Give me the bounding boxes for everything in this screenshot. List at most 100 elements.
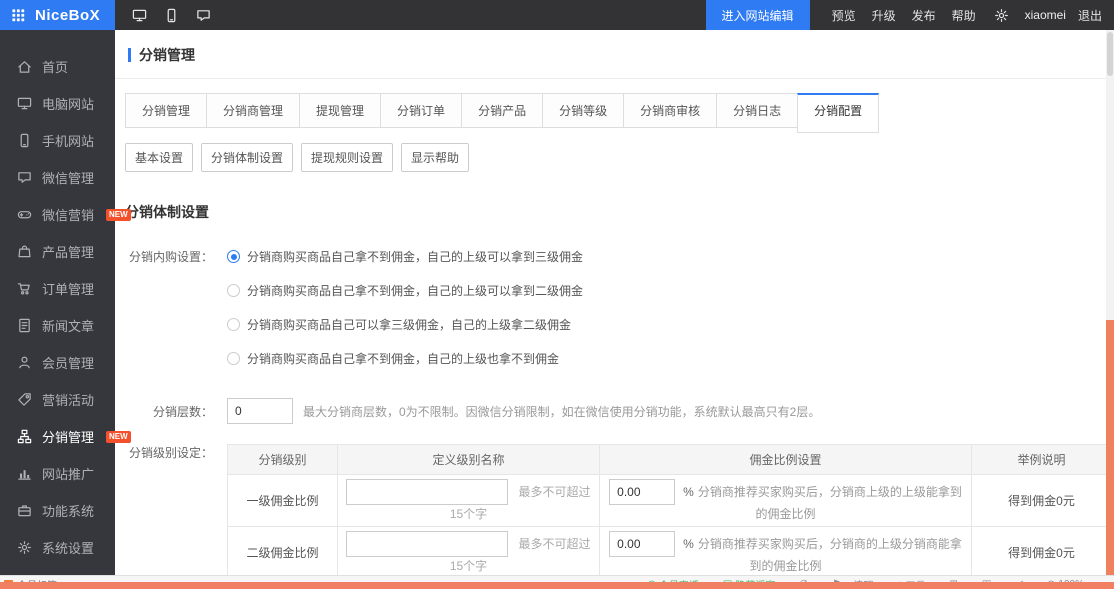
sub-button-row: 基本设置分销体制设置提现规则设置显示帮助 bbox=[125, 143, 1114, 172]
top-link-0[interactable]: 预览 bbox=[824, 7, 864, 24]
sidebar-item-产品管理[interactable]: 产品管理 bbox=[0, 233, 115, 270]
rate-cell: % 分销商推荐买家购买后，分销商的上级分销商能拿到的佣金比例 bbox=[600, 527, 972, 576]
tag-icon bbox=[16, 392, 32, 408]
radio-unselected-icon[interactable] bbox=[227, 318, 240, 331]
level-name-input[interactable] bbox=[346, 479, 508, 505]
sidebar-item-新闻文章[interactable]: 新闻文章 bbox=[0, 307, 115, 344]
sidebar-item-label: 功能系统 bbox=[42, 501, 94, 520]
radio-unselected-icon[interactable] bbox=[227, 284, 240, 297]
app-grid-icon[interactable] bbox=[10, 7, 26, 23]
levels-table-header: 分销级别定义级别名称佣金比例设置举例说明 bbox=[228, 445, 1112, 475]
purchase-option-text: 分销商购买商品自己拿不到佣金，自己的上级也拿不到佣金 bbox=[247, 350, 559, 367]
layers-row: 分销层数： 最大分销商层数，0为不限制。因微信分销限制，如在微信使用分销功能，系… bbox=[125, 398, 1114, 424]
top-links: 预览升级发布帮助 bbox=[824, 7, 984, 24]
sidebar-item-label: 分销管理 bbox=[42, 427, 94, 446]
percent-symbol: % bbox=[683, 537, 694, 551]
levels-row: 分销级别设定： 分销级别定义级别名称佣金比例设置举例说明 一级佣金比例最多不可超… bbox=[125, 444, 1114, 575]
username[interactable]: xiaomei bbox=[1019, 8, 1072, 22]
purchase-option-text: 分销商购买商品自己可以拿三级佣金，自己的上级拿二级佣金 bbox=[247, 316, 571, 333]
rate-description: 分销商推荐买家购买后，分销商的上级分销商能拿到的佣金比例 bbox=[698, 537, 962, 573]
sidebar-item-label: 订单管理 bbox=[42, 279, 94, 298]
home-icon bbox=[16, 59, 32, 75]
level-cell: 一级佣金比例 bbox=[228, 475, 338, 527]
sidebar-item-label: 微信营销 bbox=[42, 205, 94, 224]
tab-分销商管理[interactable]: 分销商管理 bbox=[206, 93, 300, 128]
tab-提现管理[interactable]: 提现管理 bbox=[299, 93, 381, 128]
topbar-right: 进入网站编辑 预览升级发布帮助 xiaomei 退出 bbox=[706, 0, 1114, 30]
chart-icon bbox=[16, 466, 32, 482]
sidebar-item-label: 系统设置 bbox=[42, 538, 94, 557]
sidebar-item-系统设置[interactable]: 系统设置 bbox=[0, 529, 115, 566]
sidebar-item-首页[interactable]: 首页 bbox=[0, 48, 115, 85]
radio-selected-icon[interactable] bbox=[227, 250, 240, 263]
table-header-分销级别: 分销级别 bbox=[228, 445, 338, 475]
vertical-scrollbar[interactable] bbox=[1106, 30, 1114, 575]
sub-button-分销体制设置[interactable]: 分销体制设置 bbox=[201, 143, 293, 172]
levels-table: 分销级别定义级别名称佣金比例设置举例说明 一级佣金比例最多不可超过15个字%分销… bbox=[227, 444, 1112, 575]
rate-cell: %分销商推荐买家购买后，分销商上级的上级能拿到的佣金比例 bbox=[600, 475, 972, 527]
rate-input[interactable] bbox=[609, 479, 675, 505]
purchase-option-0[interactable]: 分销商购买商品自己拿不到佣金，自己的上级可以拿到三级佣金 bbox=[227, 248, 583, 265]
sidebar-item-微信管理[interactable]: 微信管理 bbox=[0, 159, 115, 196]
sidebar-item-label: 首页 bbox=[42, 57, 68, 76]
chat-icon[interactable] bbox=[195, 7, 211, 23]
scrollbar-thumb-orange[interactable] bbox=[1106, 320, 1114, 575]
monitor-icon[interactable] bbox=[131, 7, 147, 23]
sidebar-item-电脑网站[interactable]: 电脑网站 bbox=[0, 85, 115, 122]
sidebar-item-label: 会员管理 bbox=[42, 353, 94, 372]
name-cell: 最多不可超过15个字 bbox=[338, 527, 600, 576]
enter-site-edit-button[interactable]: 进入网站编辑 bbox=[706, 0, 810, 30]
sidebar-item-分销管理[interactable]: 分销管理NEW bbox=[0, 418, 115, 455]
section-title-system: 分销体制设置 bbox=[125, 202, 1114, 222]
sub-button-基本设置[interactable]: 基本设置 bbox=[125, 143, 193, 172]
purchase-option-1[interactable]: 分销商购买商品自己拿不到佣金，自己的上级可以拿到二级佣金 bbox=[227, 282, 583, 299]
radio-unselected-icon[interactable] bbox=[227, 352, 240, 365]
top-link-2[interactable]: 发布 bbox=[904, 7, 944, 24]
tab-分销商审核[interactable]: 分销商审核 bbox=[623, 93, 717, 128]
cart-icon bbox=[16, 281, 32, 297]
tab-分销订单[interactable]: 分销订单 bbox=[380, 93, 462, 128]
purchase-options: 分销商购买商品自己拿不到佣金，自己的上级可以拿到三级佣金分销商购买商品自己拿不到… bbox=[227, 248, 583, 384]
tab-分销配置[interactable]: 分销配置 bbox=[797, 93, 879, 133]
logo-box[interactable]: NiceBoX bbox=[0, 0, 115, 30]
sidebar-item-营销活动[interactable]: 营销活动 bbox=[0, 381, 115, 418]
tab-分销日志[interactable]: 分销日志 bbox=[716, 93, 798, 128]
sidebar-item-手机网站[interactable]: 手机网站 bbox=[0, 122, 115, 159]
sidebar-item-订单管理[interactable]: 订单管理 bbox=[0, 270, 115, 307]
sidebar-item-label: 网站推广 bbox=[42, 464, 94, 483]
new-badge: NEW bbox=[106, 431, 131, 443]
layers-input[interactable] bbox=[227, 398, 293, 424]
purchase-option-2[interactable]: 分销商购买商品自己可以拿三级佣金，自己的上级拿二级佣金 bbox=[227, 316, 583, 333]
sidebar-item-微信营销[interactable]: 微信营销NEW bbox=[0, 196, 115, 233]
table-header-举例说明: 举例说明 bbox=[972, 445, 1112, 475]
logout-link[interactable]: 退出 bbox=[1072, 7, 1114, 24]
phone-icon[interactable] bbox=[163, 7, 179, 23]
sub-button-提现规则设置[interactable]: 提现规则设置 bbox=[301, 143, 393, 172]
purchase-option-text: 分销商购买商品自己拿不到佣金，自己的上级可以拿到三级佣金 bbox=[247, 248, 583, 265]
level-cell: 二级佣金比例 bbox=[228, 527, 338, 576]
settings-gear-icon[interactable] bbox=[984, 8, 1019, 23]
scrollbar-thumb[interactable] bbox=[1107, 32, 1113, 76]
tab-分销管理[interactable]: 分销管理 bbox=[125, 93, 207, 128]
rate-input[interactable] bbox=[609, 531, 675, 557]
sidebar-item-label: 营销活动 bbox=[42, 390, 94, 409]
doc-icon bbox=[16, 318, 32, 334]
tab-分销等级[interactable]: 分销等级 bbox=[542, 93, 624, 128]
tab-分销产品[interactable]: 分销产品 bbox=[461, 93, 543, 128]
sidebar-item-会员管理[interactable]: 会员管理 bbox=[0, 344, 115, 381]
bottom-orange-bar bbox=[0, 582, 1114, 589]
level-name-input[interactable] bbox=[346, 531, 508, 557]
sidebar-item-label: 新闻文章 bbox=[42, 316, 94, 335]
sub-button-显示帮助[interactable]: 显示帮助 bbox=[401, 143, 469, 172]
chat-icon bbox=[16, 170, 32, 186]
sidebar-item-网站推广[interactable]: 网站推广 bbox=[0, 455, 115, 492]
sidebar-item-功能系统[interactable]: 功能系统 bbox=[0, 492, 115, 529]
purchase-option-3[interactable]: 分销商购买商品自己拿不到佣金，自己的上级也拿不到佣金 bbox=[227, 350, 583, 367]
phone-icon bbox=[16, 133, 32, 149]
sidebar-nav: 首页电脑网站手机网站微信管理微信营销NEW产品管理订单管理新闻文章会员管理营销活… bbox=[0, 30, 115, 575]
person-icon bbox=[16, 355, 32, 371]
example-cell: 得到佣金0元 bbox=[972, 527, 1112, 576]
top-link-1[interactable]: 升级 bbox=[864, 7, 904, 24]
purchase-settings-row: 分销内购设置： 分销商购买商品自己拿不到佣金，自己的上级可以拿到三级佣金分销商购… bbox=[125, 248, 1114, 384]
top-link-3[interactable]: 帮助 bbox=[944, 7, 984, 24]
